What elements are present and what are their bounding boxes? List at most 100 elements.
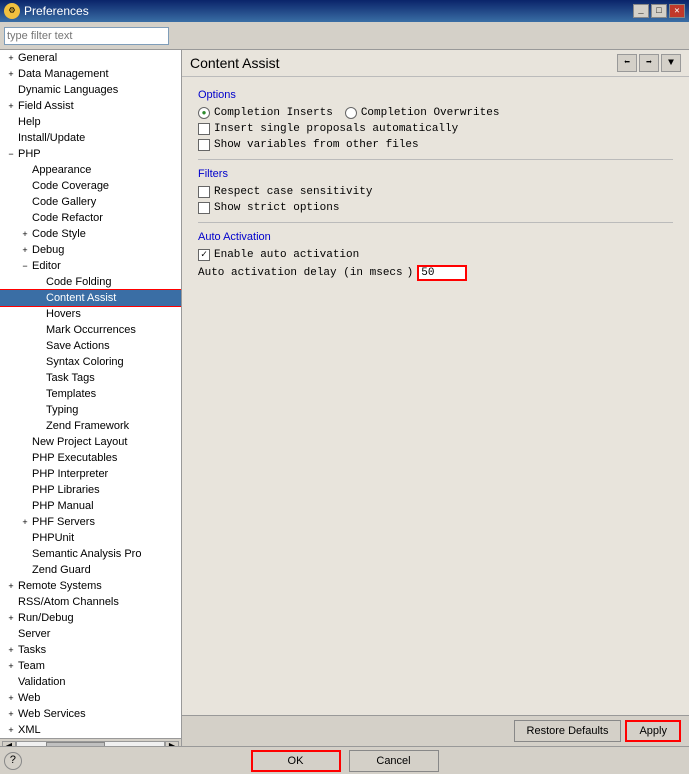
main-container: + General + Data Management Dynamic Lang… [0, 22, 689, 774]
expand-icon [32, 355, 46, 369]
completion-inserts-radio[interactable] [198, 107, 210, 119]
sidebar-item-typing[interactable]: Typing [0, 402, 181, 418]
delay-paren: ) [407, 267, 414, 279]
sidebar-item-syntax-coloring[interactable]: Syntax Coloring [0, 354, 181, 370]
completion-overwrites-radio[interactable] [345, 107, 357, 119]
sidebar-item-php-interpreter[interactable]: PHP Interpreter [0, 466, 181, 482]
sidebar-item-hovers[interactable]: Hovers [0, 306, 181, 322]
sidebar-item-label: Code Refactor [32, 212, 103, 224]
cancel-button[interactable]: Cancel [349, 750, 439, 772]
expand-icon [18, 451, 32, 465]
panel-header: Content Assist ⬅ ➡ ▼ [182, 50, 689, 77]
sidebar-item-phpunit[interactable]: PHPUnit [0, 530, 181, 546]
auto-activation-section: Auto Activation Enable auto activation A… [198, 231, 673, 281]
sidebar-item-editor[interactable]: − Editor [0, 258, 181, 274]
apply-button[interactable]: Apply [625, 720, 681, 742]
sidebar-item-templates[interactable]: Templates [0, 386, 181, 402]
expand-icon [32, 371, 46, 385]
sidebar-item-help[interactable]: Help [0, 114, 181, 130]
respect-case-label: Respect case sensitivity [214, 186, 372, 198]
expand-icon [4, 595, 18, 609]
sidebar-item-mark-occurrences[interactable]: Mark Occurrences [0, 322, 181, 338]
sidebar-item-install-update[interactable]: Install/Update [0, 130, 181, 146]
sidebar-item-label: Code Folding [46, 276, 111, 288]
sidebar-item-run-debug[interactable]: + Run/Debug [0, 610, 181, 626]
sidebar-item-code-coverage[interactable]: Code Coverage [0, 178, 181, 194]
expand-icon: + [4, 691, 18, 705]
sidebar-item-php-libraries[interactable]: PHP Libraries [0, 482, 181, 498]
sidebar-item-remote-systems[interactable]: + Remote Systems [0, 578, 181, 594]
sidebar-item-label: General [18, 52, 57, 64]
sidebar-item-php-manual[interactable]: PHP Manual [0, 498, 181, 514]
sidebar-item-label: Data Management [18, 68, 109, 80]
sidebar-item-label: PHP Interpreter [32, 468, 108, 480]
sidebar-item-web-services[interactable]: + Web Services [0, 706, 181, 722]
sidebar-item-team[interactable]: + Team [0, 658, 181, 674]
sidebar-item-rss-atom[interactable]: RSS/Atom Channels [0, 594, 181, 610]
sidebar-item-zend-guard[interactable]: Zend Guard [0, 562, 181, 578]
expand-icon [4, 675, 18, 689]
expand-icon: + [18, 515, 32, 529]
sidebar-item-debug[interactable]: + Debug [0, 242, 181, 258]
nav-back-button[interactable]: ⬅ [617, 54, 637, 72]
sidebar-item-general[interactable]: + General [0, 50, 181, 66]
delay-label: Auto activation delay (in msecs [198, 267, 403, 279]
show-strict-checkbox[interactable] [198, 202, 210, 214]
sidebar-item-web[interactable]: + Web [0, 690, 181, 706]
sidebar-item-label: RSS/Atom Channels [18, 596, 119, 608]
maximize-button[interactable]: □ [651, 4, 667, 18]
expand-icon [18, 211, 32, 225]
nav-forward-button[interactable]: ➡ [639, 54, 659, 72]
sidebar-item-xml[interactable]: + XML [0, 722, 181, 738]
nav-dropdown-button[interactable]: ▼ [661, 54, 681, 72]
sidebar-item-label: Mark Occurrences [46, 324, 136, 336]
show-variables-row: Show variables from other files [198, 139, 673, 151]
sidebar-scrollbar[interactable]: ◀ ▶ [0, 738, 181, 746]
expand-icon [18, 563, 32, 577]
insert-single-proposals-checkbox[interactable] [198, 123, 210, 135]
sidebar-item-php-servers[interactable]: + PHF Servers [0, 514, 181, 530]
delay-row: Auto activation delay (in msecs ) [198, 265, 673, 281]
sidebar-item-label: Code Gallery [32, 196, 96, 208]
sidebar-item-data-management[interactable]: + Data Management [0, 66, 181, 82]
delay-input[interactable] [417, 265, 467, 281]
sidebar-item-code-style[interactable]: + Code Style [0, 226, 181, 242]
expand-icon: + [4, 643, 18, 657]
sidebar-item-label: Tasks [18, 644, 46, 656]
options-section: Options Completion Inserts Completion Ov… [198, 89, 673, 151]
panel-title: Content Assist [190, 55, 280, 71]
expand-icon [32, 291, 46, 305]
sidebar-item-task-tags[interactable]: Task Tags [0, 370, 181, 386]
sidebar-item-code-refactor[interactable]: Code Refactor [0, 210, 181, 226]
sidebar-item-save-actions[interactable]: Save Actions [0, 338, 181, 354]
expand-icon [18, 195, 32, 209]
ok-button[interactable]: OK [251, 750, 341, 772]
sidebar-item-semantic-analysis[interactable]: Semantic Analysis Pro [0, 546, 181, 562]
sidebar-item-label: PHP Manual [32, 500, 94, 512]
sidebar-item-dynamic-languages[interactable]: Dynamic Languages [0, 82, 181, 98]
sidebar-item-php-executables[interactable]: PHP Executables [0, 450, 181, 466]
sidebar-item-label: Remote Systems [18, 580, 102, 592]
sidebar-item-appearance[interactable]: Appearance [0, 162, 181, 178]
expand-icon [32, 339, 46, 353]
close-button[interactable]: ✕ [669, 4, 685, 18]
minimize-button[interactable]: _ [633, 4, 649, 18]
sidebar-item-php[interactable]: − PHP [0, 146, 181, 162]
sidebar-item-code-gallery[interactable]: Code Gallery [0, 194, 181, 210]
sidebar-item-new-project-layout[interactable]: New Project Layout [0, 434, 181, 450]
sidebar-item-content-assist[interactable]: Content Assist [0, 290, 181, 306]
help-button[interactable]: ? [4, 752, 22, 770]
expand-icon [4, 131, 18, 145]
respect-case-checkbox[interactable] [198, 186, 210, 198]
sidebar-item-code-folding[interactable]: Code Folding [0, 274, 181, 290]
sidebar-item-field-assist[interactable]: + Field Assist [0, 98, 181, 114]
sidebar-item-zend-framework[interactable]: Zend Framework [0, 418, 181, 434]
show-variables-checkbox[interactable] [198, 139, 210, 151]
expand-icon [18, 435, 32, 449]
sidebar-item-server[interactable]: Server [0, 626, 181, 642]
enable-auto-activation-checkbox[interactable] [198, 249, 210, 261]
sidebar-item-tasks[interactable]: + Tasks [0, 642, 181, 658]
sidebar-item-validation[interactable]: Validation [0, 674, 181, 690]
filter-input[interactable] [4, 27, 169, 45]
restore-defaults-button[interactable]: Restore Defaults [514, 720, 622, 742]
